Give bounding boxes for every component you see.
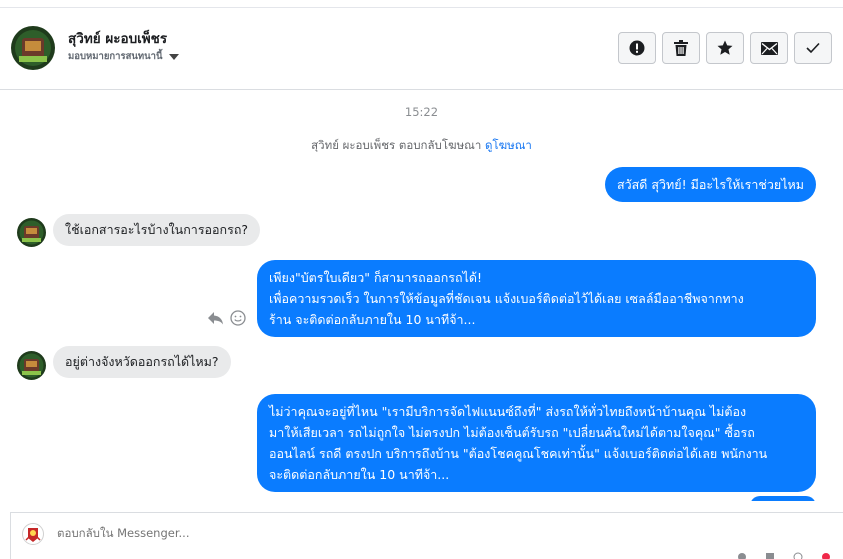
message-text: ใช้เอกสารอะไรบ้างในการออกรถ? <box>65 222 249 237</box>
contact-avatar[interactable] <box>11 26 55 70</box>
outgoing-message: สวัสดี สุวิทย์! มีอะไรให้เราช่วยไหม <box>605 167 816 202</box>
ad-reply-note: สุวิทย์ ผะอบเพ็ชร ตอบกลับโฆษณา ดูโฆษณา <box>0 137 843 155</box>
sticker-icon[interactable] <box>821 552 831 559</box>
reaction-icon[interactable] <box>230 310 246 326</box>
message-line: ร้าน จะติดต่อกลับภายใน 10 นาทีจ้า... <box>269 312 476 327</box>
mark-unread-button[interactable] <box>750 32 788 64</box>
mark-spam-button[interactable] <box>618 32 656 64</box>
reply-icon[interactable] <box>207 311 224 325</box>
check-icon <box>806 42 820 54</box>
envelope-icon <box>760 41 778 55</box>
image-icon[interactable] <box>765 552 775 559</box>
star-icon <box>717 40 733 55</box>
top-bar <box>0 0 843 8</box>
reply-composer <box>10 512 843 559</box>
message-timestamp: 15:22 <box>404 105 439 119</box>
star-button[interactable] <box>706 32 744 64</box>
trash-icon <box>674 40 688 56</box>
outgoing-message: ไม่ว่าคุณจะอยู่ที่ไหน "เรามีบริการจัดไฟแ… <box>257 394 816 492</box>
emoji-icon[interactable] <box>793 552 803 559</box>
composer-tools <box>737 552 831 559</box>
assign-conversation-dropdown[interactable]: มอบหมายการสนทนานี้ <box>68 49 179 64</box>
incoming-message: ใช้เอกสารอะไรบ้างในการออกรถ? <box>53 214 261 246</box>
alert-icon <box>629 40 645 56</box>
attachment-icon[interactable] <box>737 552 747 559</box>
outgoing-message: เพียง"บัตรใบเดียว" ก็สามารถออกรถได้! เพื… <box>257 260 816 337</box>
contact-avatar-small[interactable] <box>17 218 46 247</box>
message-hover-tools <box>207 310 246 326</box>
message-line: มาให้เสียเวลา รถไม่ถูกใจ ไม่ตรงปก ไม่ต้อ… <box>269 425 755 440</box>
message-text: อยู่ต่างจังหวัดออกรถได้ไหม? <box>65 354 219 369</box>
message-line: เพียง"บัตรใบเดียว" ก็สามารถออกรถได้! <box>269 270 482 285</box>
mark-done-button[interactable] <box>794 32 832 64</box>
outgoing-message-partial <box>750 496 816 501</box>
view-ad-link[interactable]: ดูโฆษณา <box>485 138 532 152</box>
conversation-header: สุวิทย์ ผะอบเพ็ชร มอบหมายการสนทนานี้ <box>0 8 843 90</box>
assign-conversation-label: มอบหมายการสนทนานี้ <box>68 51 163 62</box>
incoming-message: อยู่ต่างจังหวัดออกรถได้ไหม? <box>53 346 231 378</box>
message-line: เพื่อความรวดเร็ว ในการให้ข้อมูลที่ชัดเจน… <box>269 291 744 306</box>
contact-avatar-small[interactable] <box>17 351 46 380</box>
message-line: จะติดต่อกลับภายใน 10 นาทีจ้า... <box>269 467 450 482</box>
delete-button[interactable] <box>662 32 700 64</box>
message-text: สวัสดี สุวิทย์! มีอะไรให้เราช่วยไหม <box>617 177 804 192</box>
message-line: ออนไลน์ รถดี ตรงปก บริการถึงบ้าน "ต้องโช… <box>269 446 768 461</box>
message-line: ไม่ว่าคุณจะอยู่ที่ไหน "เรามีบริการจัดไฟแ… <box>269 404 747 419</box>
conversation-actions <box>618 32 832 64</box>
ad-reply-text: สุวิทย์ ผะอบเพ็ชร ตอบกลับโฆษณา <box>311 138 482 152</box>
caret-down-icon <box>168 53 179 60</box>
message-thread[interactable]: 15:22 สุวิทย์ ผะอบเพ็ชร ตอบกลับโฆษณา ดูโ… <box>0 90 843 501</box>
reply-input[interactable] <box>57 526 203 540</box>
page-avatar <box>22 523 44 545</box>
contact-name: สุวิทย์ ผะอบเพ็ชร <box>68 31 168 47</box>
